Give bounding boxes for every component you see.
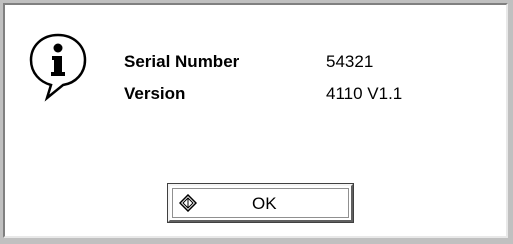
version-label: Version	[124, 84, 186, 103]
serial-number-value: 54321	[326, 52, 374, 71]
info-icon	[29, 33, 87, 102]
diamond-key-icon	[179, 194, 197, 212]
about-dialog: Serial Number 54321 Version 4110 V1.1 OK	[0, 0, 513, 244]
version-value: 4110 V1.1	[326, 84, 403, 103]
serial-number-label: Serial Number	[124, 52, 240, 71]
ok-button-label: OK	[252, 194, 277, 213]
ok-button[interactable]: OK	[167, 183, 354, 223]
